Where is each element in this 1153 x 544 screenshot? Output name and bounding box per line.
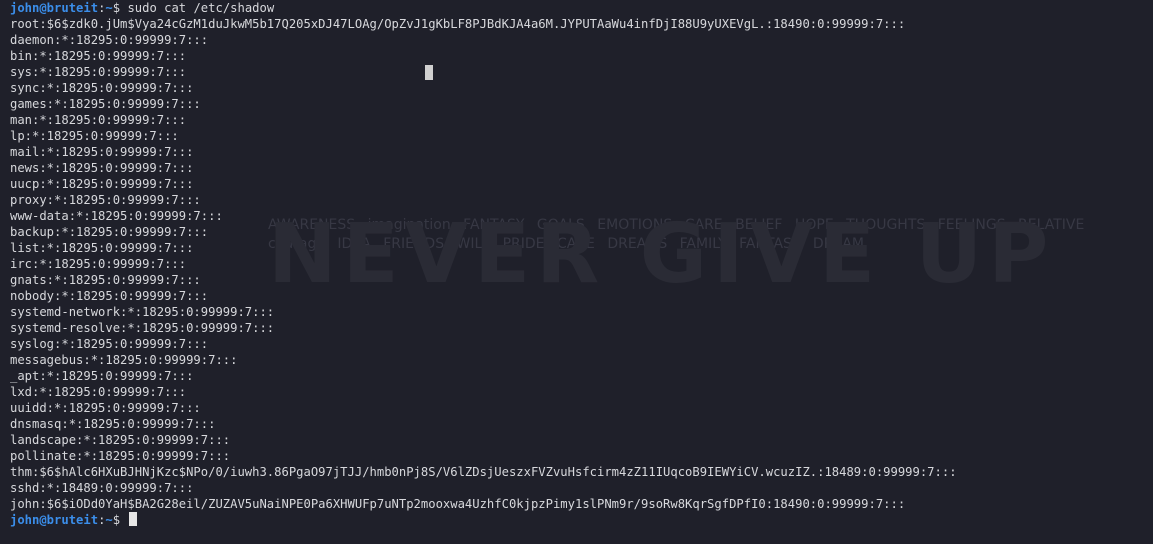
output-line: bin:*:18295:0:99999:7:::: [10, 49, 187, 63]
output-line: lp:*:18295:0:99999:7:::: [10, 129, 179, 143]
output-line: systemd-resolve:*:18295:0:99999:7:::: [10, 321, 275, 335]
output-line: uucp:*:18295:0:99999:7:::: [10, 177, 194, 191]
output-line: mail:*:18295:0:99999:7:::: [10, 145, 194, 159]
prompt-path: ~: [105, 513, 113, 527]
output-line: sshd:*:18489:0:99999:7:::: [10, 481, 194, 495]
output-line: list:*:18295:0:99999:7:::: [10, 241, 194, 255]
output-line: nobody:*:18295:0:99999:7:::: [10, 289, 209, 303]
output-line: root:$6$zdk0.jUm$Vya24cGzM1duJkwM5b17Q20…: [10, 17, 906, 31]
output-line: syslog:*:18295:0:99999:7:::: [10, 337, 209, 351]
command-text: sudo cat /etc/shadow: [127, 1, 275, 15]
output-line: gnats:*:18295:0:99999:7:::: [10, 273, 201, 287]
output-line: lxd:*:18295:0:99999:7:::: [10, 385, 187, 399]
active-prompt-line[interactable]: john@bruteit:~$: [10, 512, 1150, 528]
output-line: landscape:*:18295:0:99999:7:::: [10, 433, 231, 447]
command-line: john@bruteit:~$ sudo cat /etc/shadow: [10, 0, 1150, 16]
output-line: news:*:18295:0:99999:7:::: [10, 161, 194, 175]
prompt-user-host: john@bruteit: [10, 1, 99, 15]
terminal-window[interactable]: AWARENESS imagination FANTASY GOALS EMOT…: [0, 0, 1153, 544]
output-line: backup:*:18295:0:99999:7:::: [10, 225, 209, 239]
output-line: www-data:*:18295:0:99999:7:::: [10, 209, 223, 223]
output-line: john:$6$iODd0YaH$BA2G28eil/ZUZAV5uNaiNPE…: [10, 497, 906, 511]
output-line: thm:$6$hAlc6HXuBJHNjKzc$NPo/0/iuwh3.86Pg…: [10, 465, 957, 479]
output-line: irc:*:18295:0:99999:7:::: [10, 257, 187, 271]
prompt-path: ~: [105, 1, 113, 15]
terminal-cursor[interactable]: [129, 512, 138, 526]
output-line: messagebus:*:18295:0:99999:7:::: [10, 353, 238, 367]
output-line: systemd-network:*:18295:0:99999:7:::: [10, 305, 275, 319]
output-line: pollinate:*:18295:0:99999:7:::: [10, 449, 231, 463]
output-line: games:*:18295:0:99999:7:::: [10, 97, 201, 111]
output-line: sync:*:18295:0:99999:7:::: [10, 81, 194, 95]
output-line: proxy:*:18295:0:99999:7:::: [10, 193, 201, 207]
output-line: _apt:*:18295:0:99999:7:::: [10, 369, 194, 383]
output-line: dnsmasq:*:18295:0:99999:7:::: [10, 417, 216, 431]
prompt-symbol: $: [112, 513, 128, 527]
terminal-output[interactable]: john@bruteit:~$ sudo cat /etc/shadow roo…: [10, 0, 1150, 528]
prompt-user-host: john@bruteit: [10, 513, 99, 527]
output-line: sys:*:18295:0:99999:7:::: [10, 65, 187, 79]
output-line: uuidd:*:18295:0:99999:7:::: [10, 401, 201, 415]
prompt-symbol: $: [112, 1, 128, 15]
output-line: man:*:18295:0:99999:7:::: [10, 113, 187, 127]
output-line: daemon:*:18295:0:99999:7:::: [10, 33, 209, 47]
